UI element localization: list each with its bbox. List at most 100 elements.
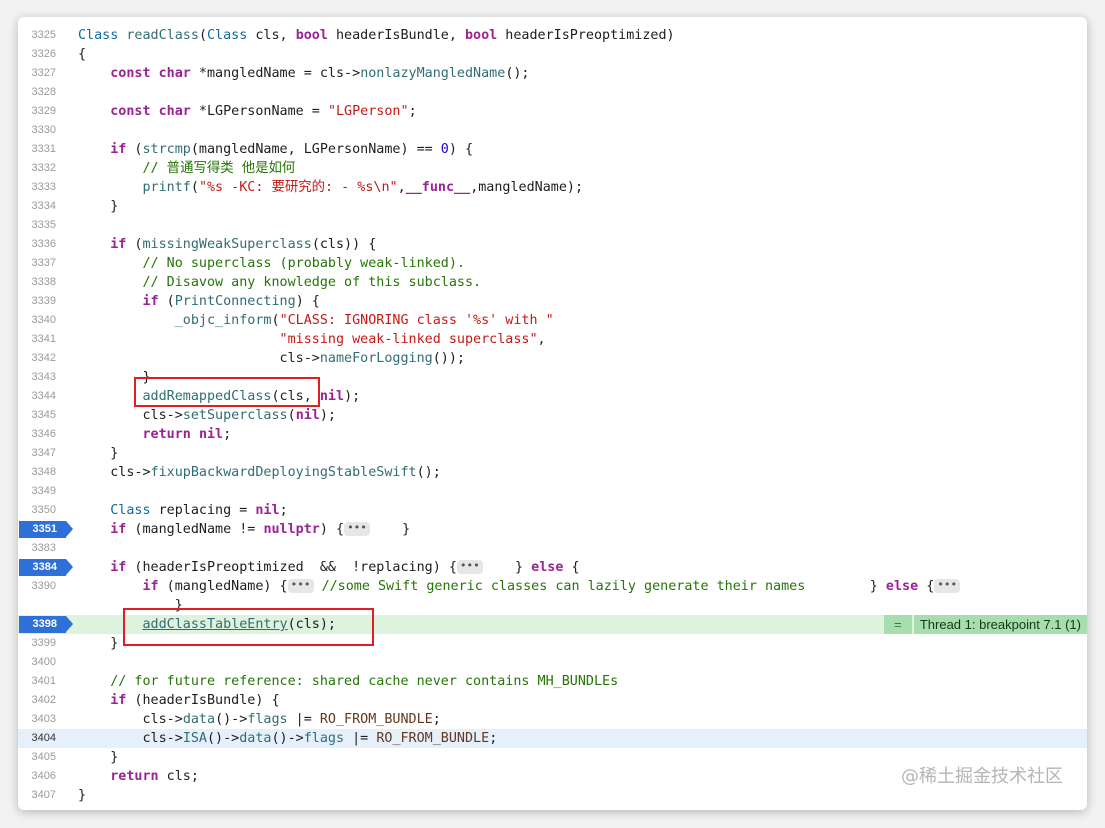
folded-code-ellipsis[interactable]: ••• xyxy=(344,522,370,536)
code-text: } xyxy=(78,444,118,463)
code-line[interactable]: 3338 // Disavow any knowledge of this su… xyxy=(18,273,1087,292)
code-token: ); xyxy=(344,389,361,404)
code-text: cls->fixupBackwardDeployingStableSwift()… xyxy=(78,463,441,482)
code-line[interactable]: 3344 addRemappedClass(cls, nil); xyxy=(18,387,1087,406)
code-line[interactable]: 3407} xyxy=(18,786,1087,805)
code-token: ; xyxy=(223,427,232,442)
code-line[interactable]: 3336 if (missingWeakSuperclass(cls)) { xyxy=(18,235,1087,254)
code-line[interactable]: 3333 printf("%s -KC: 要研究的: - %s\n",__fun… xyxy=(18,178,1087,197)
code-line[interactable]: 3343 } xyxy=(18,368,1087,387)
code-token: cls-> xyxy=(78,731,183,746)
code-line[interactable]: 3384 if (headerIsPreoptimized && !replac… xyxy=(18,558,1087,577)
line-number: 3349 xyxy=(31,485,56,497)
code-token: ( xyxy=(271,313,280,328)
code-token: const xyxy=(110,104,151,119)
code-line[interactable]: 3404 cls->ISA()->data()->flags |= RO_FRO… xyxy=(18,729,1087,748)
code-token: cls-> xyxy=(78,408,183,423)
line-number: 3329 xyxy=(31,105,56,117)
folded-code-ellipsis[interactable]: ••• xyxy=(287,579,314,593)
code-line[interactable]: 3337 // No superclass (probably weak-lin… xyxy=(18,254,1087,273)
line-number: 3401 xyxy=(31,675,56,687)
code-line[interactable]: 3347 } xyxy=(18,444,1087,463)
code-text: cls->data()->flags |= RO_FROM_BUNDLE; xyxy=(78,710,440,729)
code-line[interactable]: 3348 cls->fixupBackwardDeployingStableSw… xyxy=(18,463,1087,482)
code-line[interactable]: 3332 // 普通写得类 他是如何 xyxy=(18,159,1087,178)
code-line[interactable]: 3351 if (mangledName != nullptr) {••• } xyxy=(18,520,1087,539)
code-text: cls->nameForLogging()); xyxy=(78,349,465,368)
code-line[interactable]: 3400 xyxy=(18,653,1087,672)
code-line[interactable]: 3345 cls->setSuperclass(nil); xyxy=(18,406,1087,425)
code-line[interactable]: 3342 cls->nameForLogging()); xyxy=(18,349,1087,368)
code-token: // for future reference: shared cache ne… xyxy=(110,674,619,689)
code-line[interactable]: 3340 _objc_inform("CLASS: IGNORING class… xyxy=(18,311,1087,330)
code-token: // Disavow any knowledge of this subclas… xyxy=(142,275,482,290)
code-line[interactable]: 3390 if (mangledName) {••• //some Swift … xyxy=(18,577,1087,596)
code-text: } xyxy=(78,596,183,615)
code-line[interactable]: 3328 xyxy=(18,83,1087,102)
code-line[interactable]: 3401 // for future reference: shared cac… xyxy=(18,672,1087,691)
code-line[interactable]: 3327 const char *mangledName = cls->nonl… xyxy=(18,64,1087,83)
code-token: *mangledName = cls-> xyxy=(190,66,361,81)
code-token: RO_FROM_BUNDLE xyxy=(376,731,490,746)
code-token: } xyxy=(78,636,119,651)
breakpoint-marker[interactable]: 3384 xyxy=(19,559,73,576)
code-token: if xyxy=(110,142,127,157)
code-text: // 普通写得类 他是如何 xyxy=(78,159,296,178)
line-number: 3407 xyxy=(31,789,56,801)
code-line[interactable]: 3383 xyxy=(18,539,1087,558)
code-token: (headerIsPreoptimized && !replacing) { xyxy=(126,560,457,575)
code-line[interactable]: 3403 cls->data()->flags |= RO_FROM_BUNDL… xyxy=(18,710,1087,729)
code-line[interactable]: 3326 { xyxy=(18,45,1087,64)
code-line[interactable]: 3398 addClassTableEntry(cls); = Thread 1: … xyxy=(18,615,1087,634)
breakpoint-marker[interactable]: 3351 xyxy=(19,521,73,538)
code-token: return xyxy=(142,427,191,442)
code-token: ISA xyxy=(182,731,207,746)
code-token: if xyxy=(110,693,127,708)
code-token: } xyxy=(78,370,151,385)
code-token: headerIsBundle, xyxy=(327,28,465,43)
code-token: replacing = xyxy=(150,503,256,518)
code-line[interactable]: 3339 if (PrintConnecting) { xyxy=(18,292,1087,311)
code-line[interactable]: } xyxy=(18,596,1087,615)
code-token: bool xyxy=(465,28,498,43)
code-token: } xyxy=(482,560,532,575)
line-number: 3343 xyxy=(31,371,56,383)
code-token: } xyxy=(78,750,119,765)
code-line[interactable]: 3341 "missing weak-linked superclass", xyxy=(18,330,1087,349)
code-token: ; xyxy=(279,503,288,518)
code-area[interactable]: 3325 Class readClass(Class cls, bool head… xyxy=(18,26,1087,805)
code-line[interactable]: 3334 } xyxy=(18,197,1087,216)
code-line[interactable]: 3335 xyxy=(18,216,1087,235)
code-line[interactable]: 3329 const char *LGPersonName = "LGPerso… xyxy=(18,102,1087,121)
code-line[interactable]: 3325 Class readClass(Class cls, bool head… xyxy=(18,26,1087,45)
line-number: 3325 xyxy=(31,29,56,41)
code-line[interactable]: 3399 } xyxy=(18,634,1087,653)
code-token: { xyxy=(918,579,935,594)
code-token: setSuperclass xyxy=(182,408,288,423)
code-token: PrintConnecting xyxy=(174,294,296,309)
thread-breakpoint-badge[interactable]: = Thread 1: breakpoint 7.1 (1) xyxy=(883,615,1087,634)
code-line[interactable]: 3350 Class replacing = nil; xyxy=(18,501,1087,520)
code-token: ) { xyxy=(295,294,320,309)
code-text: Class readClass(Class cls, bool headerIs… xyxy=(78,26,675,45)
code-token: return xyxy=(110,769,159,784)
folded-code-ellipsis[interactable]: ••• xyxy=(456,560,483,574)
breakpoint-marker[interactable]: 3398 xyxy=(19,616,73,633)
folded-code-ellipsis[interactable]: ••• xyxy=(934,579,961,593)
line-number: 3328 xyxy=(31,86,56,98)
code-line[interactable]: 3330 xyxy=(18,121,1087,140)
line-number: 3341 xyxy=(31,333,56,345)
code-text: } xyxy=(78,748,118,767)
code-line[interactable]: 3349 xyxy=(18,482,1087,501)
code-token: (cls)) { xyxy=(311,237,377,252)
code-token: // No superclass (probably weak-linked). xyxy=(142,256,465,271)
code-line[interactable]: 3331 if (strcmp(mangledName, LGPersonNam… xyxy=(18,140,1087,159)
thread-label: Thread 1: breakpoint 7.1 (1) xyxy=(913,615,1087,634)
code-token: ( xyxy=(287,408,296,423)
code-line[interactable]: 3402 if (headerIsBundle) { xyxy=(18,691,1087,710)
code-line[interactable]: 3346 return nil; xyxy=(18,425,1087,444)
code-text: Class replacing = nil; xyxy=(78,501,288,520)
